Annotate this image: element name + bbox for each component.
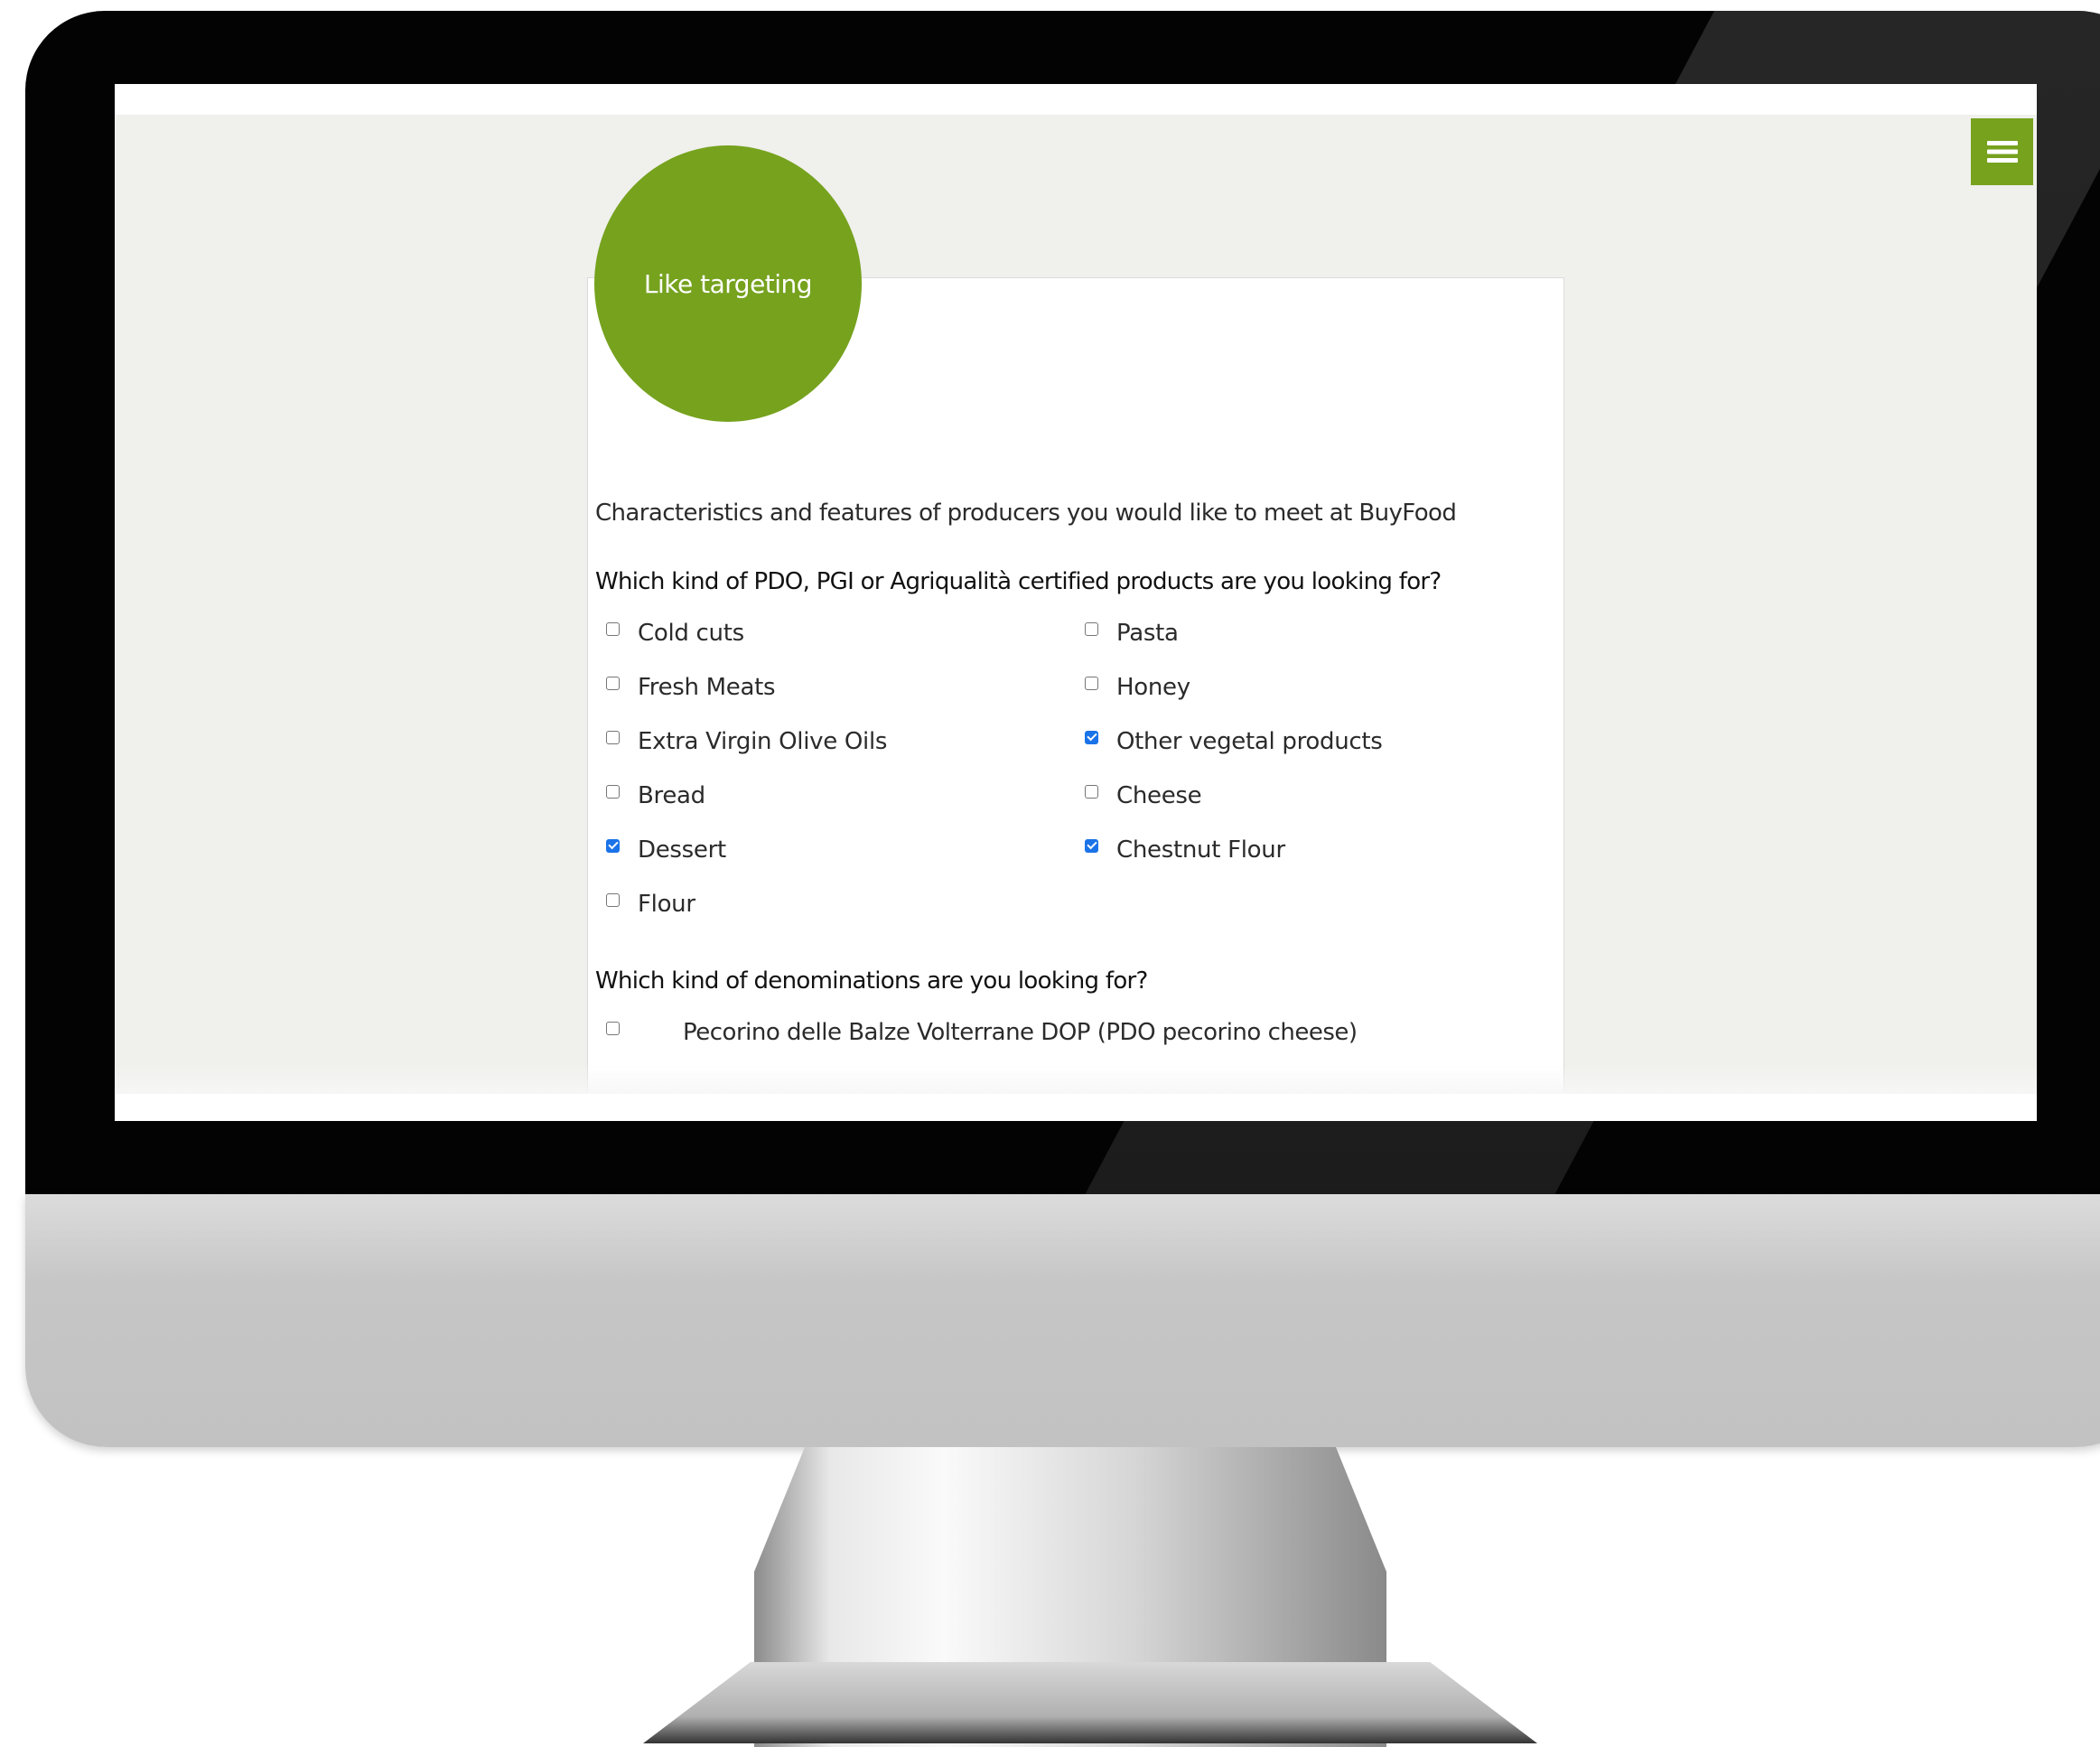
hamburger-menu-icon xyxy=(1986,141,2018,163)
product-options: Cold cuts Pasta Fresh Meats Honey Extra Virg… xyxy=(595,615,1553,922)
pasta-checkbox[interactable] xyxy=(1085,621,1098,636)
scroll-fade xyxy=(115,1064,2037,1097)
option-bread[interactable]: Bread xyxy=(595,778,1074,814)
extra-virgin-olive-oils-checkbox[interactable] xyxy=(606,730,620,744)
honey-checkbox[interactable] xyxy=(1085,676,1098,690)
option-dessert[interactable]: Dessert xyxy=(595,832,1074,868)
targeting-form: Characteristics and features of producer… xyxy=(595,500,1553,1051)
fresh-meats-checkbox[interactable] xyxy=(606,676,620,690)
cheese-checkbox[interactable] xyxy=(1085,784,1098,799)
option-label: Other vegetal products xyxy=(1116,728,1383,755)
bread-checkbox[interactable] xyxy=(606,784,620,799)
option-fresh-meats[interactable]: Fresh Meats xyxy=(595,669,1074,705)
dessert-checkbox[interactable] xyxy=(606,838,620,853)
denomination-label: Pecorino delle Balze Volterrane DOP (PDO… xyxy=(683,1019,1358,1046)
section-badge: Like targeting xyxy=(594,145,862,422)
option-label: Chestnut Flour xyxy=(1116,836,1285,864)
monitor-mockup: Like targeting Characteristics and featu… xyxy=(0,0,2100,1747)
denomination-item[interactable]: Pecorino delle Balze Volterrane DOP (PDO… xyxy=(595,1014,1553,1051)
option-flour[interactable]: Flour xyxy=(595,886,1074,922)
option-label: Flour xyxy=(638,891,695,918)
option-chestnut-flour[interactable]: Chestnut Flour xyxy=(1074,832,1553,868)
chestnut-flour-checkbox[interactable] xyxy=(1085,838,1098,853)
screen-bottom-bar xyxy=(115,1094,2037,1121)
option-pasta[interactable]: Pasta xyxy=(1074,615,1553,651)
option-label: Extra Virgin Olive Oils xyxy=(638,728,888,755)
screen: Like targeting Characteristics and featu… xyxy=(115,84,2037,1121)
cold-cuts-checkbox[interactable] xyxy=(606,621,620,636)
option-label: Honey xyxy=(1116,674,1190,701)
other-vegetal-products-checkbox[interactable] xyxy=(1085,730,1098,744)
option-cold-cuts[interactable]: Cold cuts xyxy=(595,615,1074,651)
screen-top-bar xyxy=(115,84,2037,115)
option-label: Pasta xyxy=(1116,620,1179,647)
denomination-checkbox[interactable] xyxy=(606,1021,620,1035)
question-denominations: Which kind of denominations are you look… xyxy=(595,967,1148,995)
option-label: Bread xyxy=(638,782,705,809)
option-cheese[interactable]: Cheese xyxy=(1074,778,1553,814)
menu-button[interactable] xyxy=(1971,118,2033,185)
denomination-options: Pecorino delle Balze Volterrane DOP (PDO… xyxy=(595,1014,1553,1051)
option-label: Cold cuts xyxy=(638,620,744,647)
question-products: Which kind of PDO, PGI or Agriqualità ce… xyxy=(595,568,1442,595)
flour-checkbox[interactable] xyxy=(606,892,620,907)
option-honey[interactable]: Honey xyxy=(1074,669,1553,705)
option-label: Fresh Meats xyxy=(638,674,776,701)
option-label: Dessert xyxy=(638,836,726,864)
option-other-vegetal-products[interactable]: Other vegetal products xyxy=(1074,724,1553,760)
option-extra-virgin-olive-oils[interactable]: Extra Virgin Olive Oils xyxy=(595,724,1074,760)
monitor-chin xyxy=(25,1194,2100,1447)
monitor-stand-foot xyxy=(643,1662,1537,1743)
option-label: Cheese xyxy=(1116,782,1202,809)
form-intro: Characteristics and features of producer… xyxy=(595,500,1457,527)
badge-label: Like targeting xyxy=(643,268,813,299)
